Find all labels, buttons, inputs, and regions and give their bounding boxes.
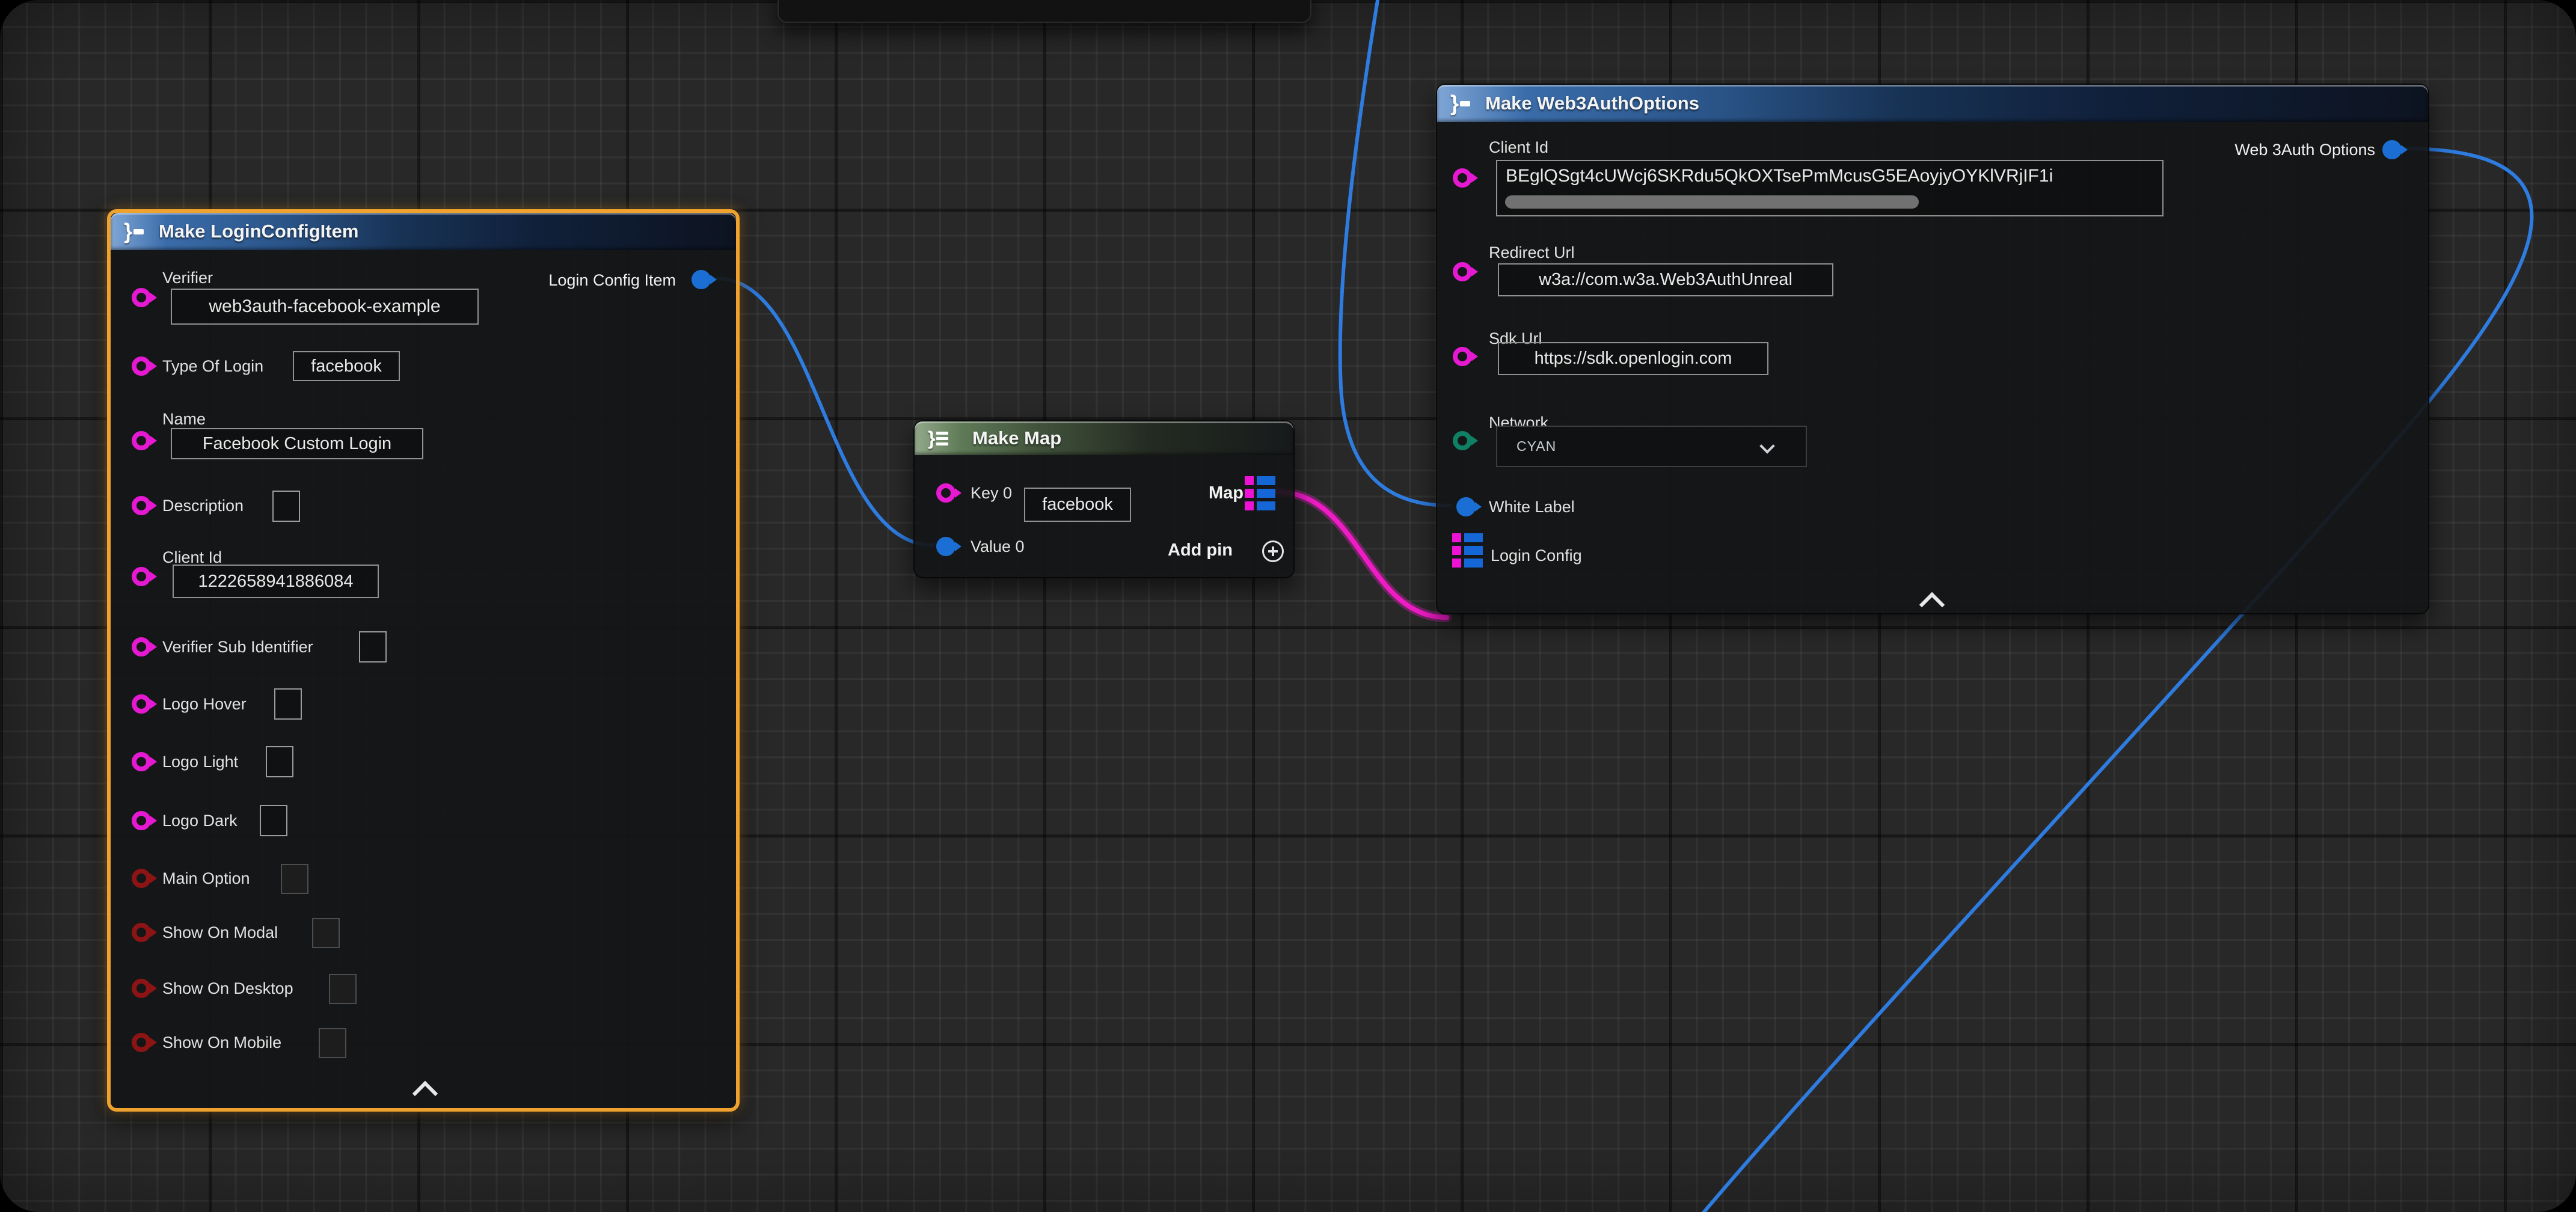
input-pin-show-on-modal[interactable] [132,923,151,942]
wire-loginconfigitem-to-value0[interactable] [717,278,933,545]
pin-label: Type Of Login [162,357,263,376]
logo-dark-input[interactable] [260,805,287,836]
pin-label: Client Id [1489,138,1548,157]
main-option-checkbox[interactable] [281,864,308,894]
node-make-map[interactable]: } Make Map Key 0 facebook Map Value 0 Ad… [913,420,1295,578]
add-pin-plus-icon[interactable] [1262,540,1284,562]
output-pin-login-config-item[interactable] [692,270,711,289]
input-pin-show-on-desktop[interactable] [132,979,151,998]
input-pin-client-id[interactable] [1453,168,1472,188]
node-title: Make Web3AuthOptions [1485,93,1699,114]
node-title: Make Map [972,427,1061,449]
node-header[interactable]: } Make Map [915,421,1293,455]
output-pin-web3auth-options[interactable] [2382,140,2402,159]
pin-label: Show On Modal [162,923,278,942]
input-pin-name[interactable] [132,431,151,450]
input-pin-verifier[interactable] [132,288,151,307]
pin-label: Verifier [162,268,213,287]
input-pin-client-id[interactable] [132,567,151,586]
show-on-desktop-checkbox[interactable] [329,974,357,1004]
input-pin-type-of-login[interactable] [132,357,151,376]
description-input[interactable] [272,491,300,522]
node-header[interactable]: } Make Web3AuthOptions [1437,85,2428,122]
input-pin-logo-dark[interactable] [132,811,151,830]
pin-label: White Label [1489,497,1575,516]
input-pin-logo-hover[interactable] [132,694,151,714]
node-make-web3authoptions[interactable]: } Make Web3AuthOptions Web 3Auth Options… [1436,84,2429,614]
redirect-url-input[interactable]: w3a://com.w3a.Web3AuthUnreal [1498,263,1833,296]
pin-label: Main Option [162,869,250,888]
blueprint-graph-canvas[interactable]: } Make LoginConfigItem Login Config Item… [0,0,2576,1212]
pin-label: Name [162,409,206,429]
pin-label: Key 0 [971,483,1012,503]
input-pin-redirect-url[interactable] [1453,262,1472,281]
key-0-input[interactable]: facebook [1024,488,1131,522]
input-pin-key-0[interactable] [936,483,955,503]
collapse-node-icon[interactable] [412,1081,438,1106]
show-on-modal-checkbox[interactable] [312,918,340,948]
client-id-value: BEglQSgt4cUWcj6SKRdu5QkOXTsePmMcusG5EAoy… [1506,166,2053,186]
output-pin-label: Login Config Item [548,271,676,290]
pin-label: Description [162,496,244,515]
pin-label: Verifier Sub Identifier [162,637,313,656]
output-pin-label: Web 3Auth Options [2234,140,2375,159]
pin-label: Logo Light [162,752,238,771]
node-header[interactable]: } Make LoginConfigItem [111,213,736,250]
input-pin-white-label[interactable] [1456,497,1476,516]
input-pin-network[interactable] [1453,431,1472,450]
type-of-login-input[interactable]: facebook [293,351,400,381]
make-struct-icon: } [1450,85,1470,122]
offscreen-node-bottom-edge[interactable] [777,0,1311,23]
logo-light-input[interactable] [266,746,293,777]
input-pin-show-on-mobile[interactable] [132,1033,151,1052]
pin-label: Logo Hover [162,694,247,714]
make-map-icon: } [928,421,948,455]
output-pin-label: Map [1209,483,1244,503]
pin-label: Show On Desktop [162,979,293,998]
node-title: Make LoginConfigItem [159,221,358,242]
collapse-node-icon[interactable] [1919,592,1945,617]
client-id-scrollbar[interactable] [1505,195,1919,209]
output-pin-map[interactable] [1245,476,1275,510]
make-struct-icon: } [124,213,144,250]
wire-top-to-whitelabel[interactable] [1340,0,1450,506]
name-input[interactable]: Facebook Custom Login [171,428,423,459]
verifier-input[interactable]: web3auth-facebook-example [171,289,479,325]
pin-label: Value 0 [971,537,1025,556]
input-pin-description[interactable] [132,496,151,515]
logo-hover-input[interactable] [274,688,302,720]
input-pin-verifier-sub-identifier[interactable] [132,637,151,656]
pin-label: Redirect Url [1489,243,1575,262]
network-selected-value: CYAN [1516,438,1556,454]
wire-map-to-loginconfig[interactable] [1276,492,1447,617]
pin-label: Logo Dark [162,811,238,830]
input-pin-logo-light[interactable] [132,752,151,771]
client-id-input[interactable]: 1222658941886084 [173,565,379,598]
pin-label: Show On Mobile [162,1033,281,1052]
input-pin-login-config[interactable] [1452,533,1483,568]
input-pin-sdk-url[interactable] [1453,347,1472,366]
node-make-loginconfigitem[interactable]: } Make LoginConfigItem Login Config Item… [107,209,740,1112]
verifier-sub-identifier-input[interactable] [359,631,387,663]
input-pin-main-option[interactable] [132,869,151,888]
input-pin-value-0[interactable] [936,537,955,556]
add-pin-button[interactable]: Add pin [1168,540,1233,560]
show-on-mobile-checkbox[interactable] [319,1028,346,1058]
sdk-url-input[interactable]: https://sdk.openlogin.com [1498,342,1768,375]
pin-label: Login Config [1491,546,1582,565]
